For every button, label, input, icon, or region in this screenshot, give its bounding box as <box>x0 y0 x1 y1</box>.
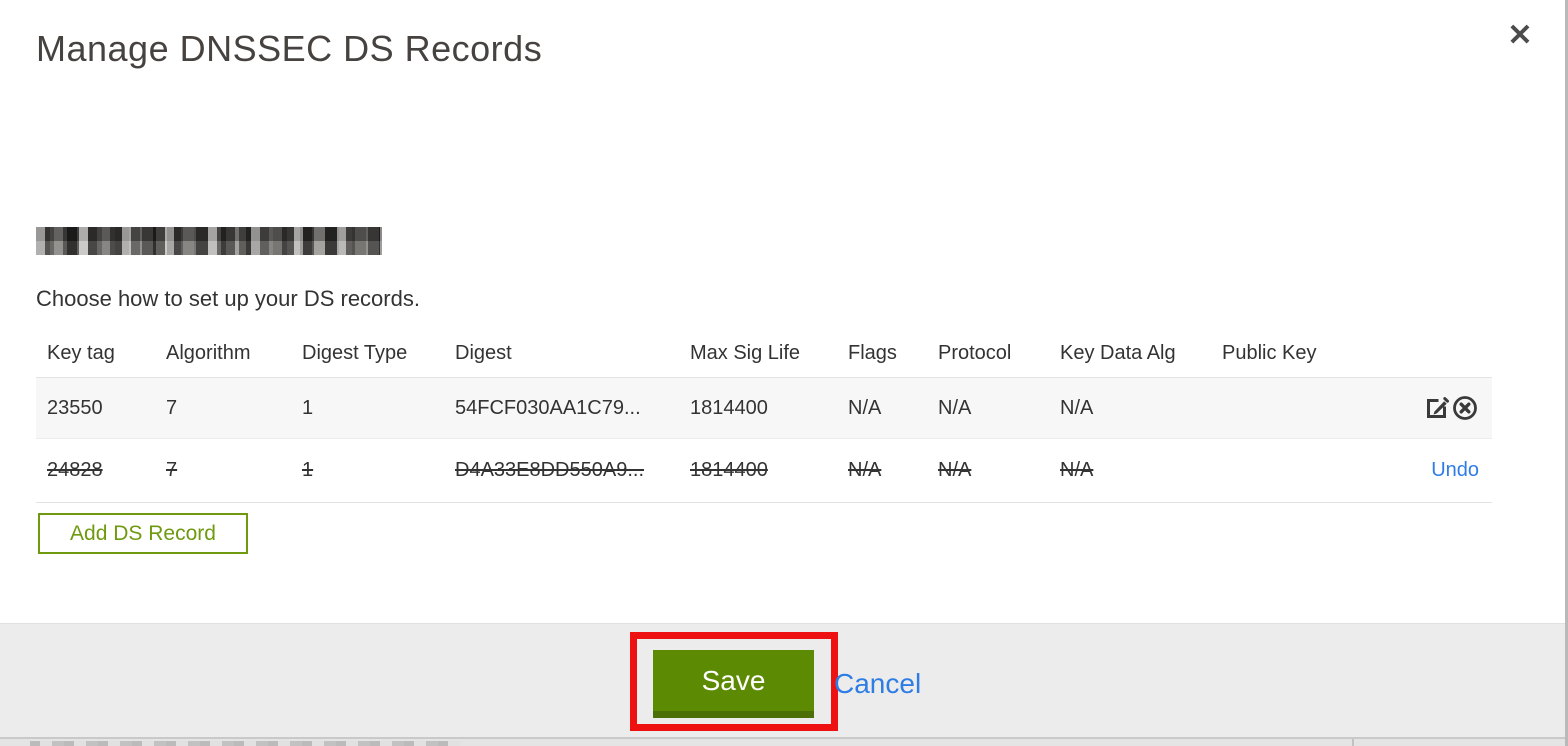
page-title: Manage DNSSEC DS Records <box>36 28 543 69</box>
cell-key-tag: 23550 <box>47 396 103 419</box>
background-column-divider <box>1352 739 1354 746</box>
cell-max-sig-life: 1814400 <box>690 459 768 481</box>
cell-flags: N/A <box>848 459 882 481</box>
cell-algorithm: 7 <box>166 459 178 481</box>
redacted-domain-name <box>36 227 382 255</box>
table-header-row: Key tag Algorithm Digest Type Digest Max… <box>36 330 1492 377</box>
background-content-smudge <box>30 741 460 746</box>
undo-link[interactable]: Undo <box>1431 459 1479 482</box>
cell-algorithm: 7 <box>166 396 178 419</box>
cell-key-data-alg: N/A <box>1060 459 1094 481</box>
cell-digest: D4A33E8DD550A9... <box>455 459 645 481</box>
cell-digest: 54FCF030AA1C79... <box>455 396 641 419</box>
cancel-link[interactable]: Cancel <box>834 668 921 700</box>
cell-max-sig-life: 1814400 <box>690 396 768 419</box>
column-header-protocol: Protocol <box>938 342 1012 364</box>
edit-icon[interactable] <box>1423 394 1451 422</box>
column-header-public-key: Public Key <box>1222 342 1317 364</box>
row-actions: Undo <box>1425 459 1492 482</box>
cell-digest-type: 1 <box>302 396 314 419</box>
table-row-deleted: 24828 7 1 D4A33E8DD550A9... 1814400 N/A … <box>36 439 1492 503</box>
delete-circle-x-icon[interactable] <box>1451 394 1479 422</box>
table-row: 23550 7 1 54FCF030AA1C79... 1814400 N/A … <box>36 377 1492 439</box>
column-header-algorithm: Algorithm <box>166 342 251 364</box>
cell-digest-type: 1 <box>302 459 314 481</box>
cell-protocol: N/A <box>938 396 972 419</box>
column-header-key-tag: Key tag <box>47 342 115 364</box>
page-bottom-strip <box>0 737 1565 746</box>
save-button[interactable]: Save <box>653 650 814 718</box>
cell-protocol: N/A <box>938 459 972 481</box>
column-header-digest: Digest <box>455 342 512 364</box>
instruction-text: Choose how to set up your DS records. <box>36 286 420 311</box>
dnssec-modal: Manage DNSSEC DS Records ✕ Choose how to… <box>0 0 1568 746</box>
row-actions <box>1425 394 1492 422</box>
column-header-key-data-alg: Key Data Alg <box>1060 342 1176 364</box>
cell-key-tag: 24828 <box>47 459 103 481</box>
ds-records-table: Key tag Algorithm Digest Type Digest Max… <box>36 330 1492 503</box>
column-header-max-sig-life: Max Sig Life <box>690 342 801 364</box>
column-header-digest-type: Digest Type <box>302 342 408 364</box>
cell-key-data-alg: N/A <box>1060 396 1094 419</box>
cell-flags: N/A <box>848 396 882 419</box>
column-header-flags: Flags <box>848 342 897 364</box>
close-icon[interactable]: ✕ <box>1500 16 1540 56</box>
add-ds-record-button[interactable]: Add DS Record <box>38 513 248 554</box>
